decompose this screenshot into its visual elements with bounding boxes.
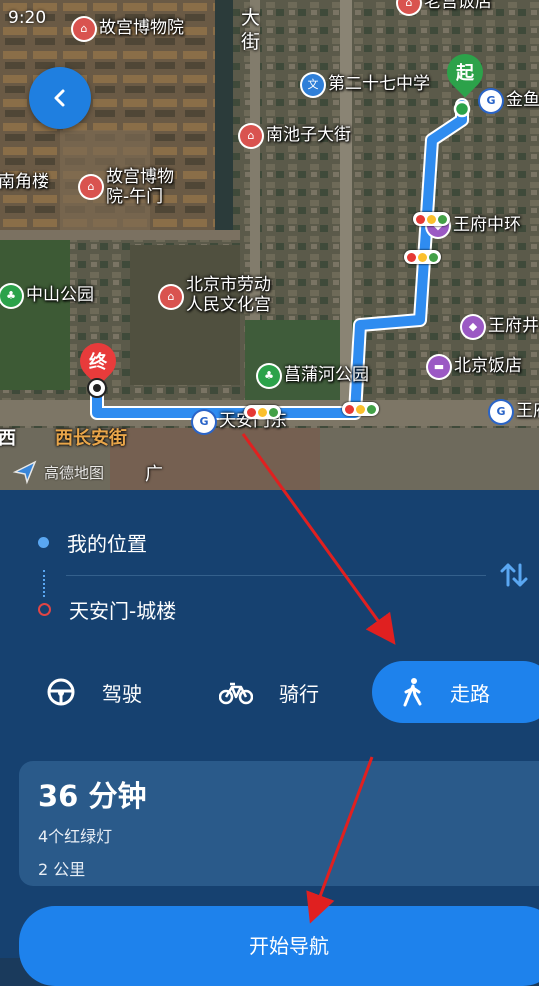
- park-icon: ♣: [258, 365, 280, 387]
- poi-laodong[interactable]: ⌂ 北京市劳动 人民文化宫: [160, 275, 271, 315]
- poi-wang-right[interactable]: G 王府: [490, 401, 539, 423]
- mode-walk-tab[interactable]: 走路: [372, 661, 539, 723]
- origin-text: 我的位置: [67, 532, 147, 556]
- traffic-light-badge: [404, 250, 441, 264]
- traffic-light-badge: [244, 405, 281, 419]
- origin-dot-icon: [38, 537, 49, 548]
- poi-zhongshan[interactable]: ♣ 中山公园: [0, 285, 94, 307]
- origin-dot-icon: [453, 100, 471, 118]
- traffic-light-badge: [342, 402, 379, 416]
- swap-button[interactable]: [496, 557, 532, 593]
- map-view[interactable]: 9:20 ⌂ 故宫博物院 ⌂ 老宫饭店 文 第二十七中学 ⌂ 南池子大街 G 金…: [0, 0, 539, 490]
- amap-logo: 高德地图: [12, 459, 104, 485]
- back-button[interactable]: [29, 67, 91, 129]
- edge-label-xi: 西: [0, 428, 16, 449]
- school-icon: 文: [302, 74, 324, 96]
- street-label-changan: 西长安街: [55, 428, 127, 449]
- museum-icon: ⌂: [80, 176, 102, 198]
- edge-label-guang: 广: [145, 464, 163, 485]
- steering-wheel-icon: [47, 678, 75, 706]
- destination-row[interactable]: 天安门-城楼: [38, 595, 176, 624]
- route-duration: 36 分钟: [38, 779, 147, 813]
- hotel-icon: ▬: [428, 356, 450, 378]
- destination-ring-icon: [38, 603, 51, 616]
- poi-nanjiaolou[interactable]: 南角楼: [0, 172, 49, 193]
- poi-gugong[interactable]: ⌂ 故宫博物院: [73, 18, 184, 40]
- museum-icon: ⌂: [160, 286, 182, 308]
- destination-dot-icon: [87, 378, 107, 398]
- mode-drive-tab[interactable]: 驾驶: [46, 661, 142, 723]
- poi-wumen[interactable]: ⌂ 故宫博物 院-午门: [80, 167, 174, 207]
- poi-changpu[interactable]: ♣ 菖蒲河公园: [258, 365, 369, 387]
- shopping-icon: ◆: [462, 316, 484, 338]
- traffic-light-count: 4个红绿灯: [38, 827, 113, 846]
- hotel-icon: ⌂: [398, 0, 420, 14]
- traffic-light-badge: [413, 212, 450, 226]
- landmark-icon: ⌂: [240, 125, 262, 147]
- park-icon: ♣: [0, 285, 22, 307]
- mode-bike-tab[interactable]: 骑行: [219, 661, 319, 723]
- museum-icon: ⌂: [73, 18, 95, 40]
- route-distance: 2 公里: [38, 860, 86, 879]
- swap-arrows-icon: [500, 563, 528, 587]
- status-time: 9:20: [8, 8, 47, 28]
- street-label-dajie: 大街: [241, 7, 261, 53]
- metro-icon: G: [480, 90, 502, 112]
- input-divider: [66, 575, 486, 576]
- poi-jinyu[interactable]: G 金鱼: [480, 90, 539, 112]
- metro-icon: G: [490, 401, 512, 423]
- destination-text: 天安门-城楼: [69, 599, 177, 623]
- poi-laogong[interactable]: ⌂ 老宫饭店: [398, 0, 492, 14]
- route-summary-card[interactable]: 36 分钟 4个红绿灯 2 公里: [19, 761, 539, 886]
- walking-person-icon: [403, 678, 422, 707]
- poi-beijing-hotel[interactable]: ▬ 北京饭店: [428, 356, 522, 378]
- metro-icon: G: [193, 411, 215, 433]
- start-navigation-button[interactable]: 开始导航: [19, 906, 539, 986]
- amap-logo-icon: [12, 460, 37, 485]
- origin-row[interactable]: 我的位置: [38, 528, 147, 557]
- poi-nanchizi[interactable]: ⌂ 南池子大街: [240, 125, 351, 147]
- chevron-left-icon: [54, 89, 65, 107]
- poi-school[interactable]: 文 第二十七中学: [302, 74, 430, 96]
- bicycle-icon: [219, 682, 253, 705]
- poi-wangfujing[interactable]: ◆ 王府井: [462, 316, 539, 338]
- route-connector: [43, 570, 47, 597]
- route-panel: [0, 490, 539, 958]
